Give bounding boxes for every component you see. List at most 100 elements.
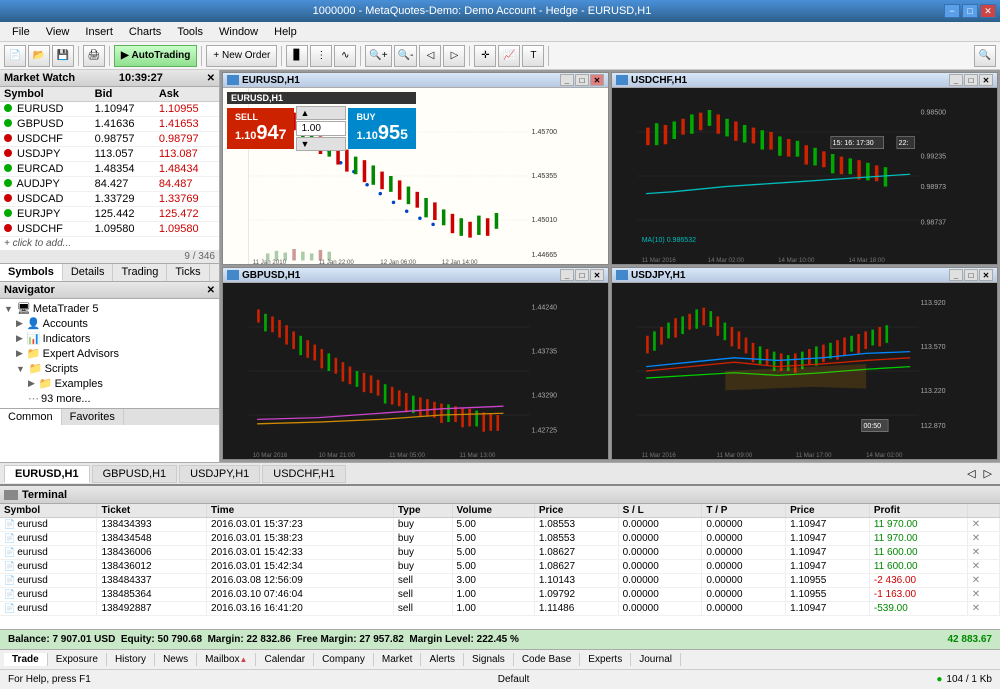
nav-indicators[interactable]: ▶ 📊 Indicators — [14, 331, 217, 346]
term-tab-news[interactable]: News — [155, 653, 197, 666]
gbpusd-chart-body[interactable]: 1.44240 1.43735 1.43290 1.42725 10 Mar 2… — [223, 283, 608, 459]
term-tab-mailbox[interactable]: Mailbox▲ — [197, 653, 256, 666]
mw-tab-details[interactable]: Details — [63, 264, 114, 281]
term-tab-alerts[interactable]: Alerts — [421, 653, 464, 666]
term-tab-trade[interactable]: Trade — [4, 653, 48, 666]
tb-zoom-in[interactable]: 🔍+ — [365, 45, 391, 67]
market-watch-row[interactable]: EURUSD 1.10947 1.10955 — [0, 102, 219, 117]
order-close[interactable]: ✕ — [967, 546, 999, 560]
tb-print[interactable]: 🖨 — [83, 45, 105, 67]
lot-down[interactable]: ▼ — [296, 137, 346, 151]
lot-up[interactable]: ▲ — [296, 106, 346, 120]
order-close[interactable]: ✕ — [967, 574, 999, 588]
tb-save[interactable]: 💾 — [52, 45, 74, 67]
chart-tab-usdchf[interactable]: USDCHF,H1 — [262, 465, 346, 483]
gbpusd-max[interactable]: □ — [575, 269, 589, 281]
usdjpy-max[interactable]: □ — [964, 269, 978, 281]
usdchf-max[interactable]: □ — [964, 74, 978, 86]
order-close[interactable]: ✕ — [967, 588, 999, 602]
mw-tab-symbols[interactable]: Symbols — [0, 264, 63, 281]
tb-chart-candle[interactable]: ⋮ — [310, 45, 332, 67]
tb-templates[interactable]: T — [522, 45, 544, 67]
eurusd-chart-body[interactable]: EURUSD,H1 SELL 1.10 94 7 ▲ — [223, 88, 608, 264]
market-watch-close[interactable]: ✕ — [207, 73, 215, 84]
chart-tab-gbpusd[interactable]: GBPUSD,H1 — [92, 465, 178, 483]
menu-file[interactable]: File — [4, 24, 38, 40]
order-close[interactable]: ✕ — [967, 560, 999, 574]
tb-zoom-out[interactable]: 🔍- — [394, 45, 418, 67]
buy-button[interactable]: BUY 1.10 95 5 — [348, 108, 415, 149]
market-watch-row[interactable]: USDCHF 0.98757 0.98797 — [0, 132, 219, 147]
nav-accounts[interactable]: ▶ 👤 Accounts — [14, 316, 217, 331]
nav-tab-common[interactable]: Common — [0, 409, 62, 425]
order-row[interactable]: 📄eurusd 138484337 2016.03.08 12:56:09 se… — [0, 574, 1000, 588]
tb-chart-bar[interactable]: ▊ — [286, 45, 308, 67]
nav-metatrader5[interactable]: ▼ 🖥 MetaTrader 5 — [2, 301, 217, 316]
navigator-close[interactable]: ✕ — [207, 285, 215, 296]
neworder-button[interactable]: + New Order — [206, 45, 277, 67]
term-tab-market[interactable]: Market — [374, 653, 422, 666]
market-watch-row[interactable]: USDJPY 113.057 113.087 — [0, 147, 219, 162]
usdjpy-close[interactable]: ✕ — [979, 269, 993, 281]
order-close[interactable]: ✕ — [967, 602, 999, 616]
menu-charts[interactable]: Charts — [121, 24, 169, 40]
usdchf-min[interactable]: _ — [949, 74, 963, 86]
eurusd-min[interactable]: _ — [560, 74, 574, 86]
menu-tools[interactable]: Tools — [169, 24, 211, 40]
menu-insert[interactable]: Insert — [77, 24, 121, 40]
market-watch-row[interactable]: AUDJPY 84.427 84.487 — [0, 177, 219, 192]
nav-more[interactable]: ⋯ 93 more... — [26, 391, 217, 406]
chart-tab-usdjpy[interactable]: USDJPY,H1 — [179, 465, 260, 483]
eurusd-close[interactable]: ✕ — [590, 74, 604, 86]
nav-expert-advisors[interactable]: ▶ 📁 Expert Advisors — [14, 346, 217, 361]
term-tab-calendar[interactable]: Calendar — [256, 653, 314, 666]
add-symbol[interactable]: + click to add... — [0, 237, 219, 250]
sell-button[interactable]: SELL 1.10 94 7 — [227, 108, 294, 149]
nav-scripts[interactable]: ▼ 📁 Scripts — [14, 361, 217, 376]
order-row[interactable]: 📄eurusd 138492887 2016.03.16 16:41:20 se… — [0, 602, 1000, 616]
market-watch-row[interactable]: EURJPY 125.442 125.472 — [0, 207, 219, 222]
gbpusd-close[interactable]: ✕ — [590, 269, 604, 281]
tb-crosshair[interactable]: ✛ — [474, 45, 496, 67]
market-watch-row[interactable]: USDCHF 1.09580 1.09580 — [0, 222, 219, 237]
term-tab-experts[interactable]: Experts — [580, 653, 631, 666]
market-watch-row[interactable]: GBPUSD 1.41636 1.41653 — [0, 117, 219, 132]
autotrade-button[interactable]: ▶ AutoTrading — [114, 45, 197, 67]
menu-window[interactable]: Window — [211, 24, 266, 40]
eurusd-max[interactable]: □ — [575, 74, 589, 86]
usdjpy-chart-body[interactable]: 00:50 113.920 113.570 113.220 112.870 11… — [612, 283, 997, 459]
term-tab-exposure[interactable]: Exposure — [48, 653, 107, 666]
term-tab-company[interactable]: Company — [314, 653, 374, 666]
tb-scroll-left[interactable]: ◁ — [419, 45, 441, 67]
nav-tab-favorites[interactable]: Favorites — [62, 409, 124, 425]
mw-tab-trading[interactable]: Trading — [113, 264, 167, 281]
tb-chart-line[interactable]: ∿ — [334, 45, 356, 67]
term-tab-signals[interactable]: Signals — [464, 653, 514, 666]
order-row[interactable]: 📄eurusd 138434393 2016.03.01 15:37:23 bu… — [0, 518, 1000, 532]
tb-search[interactable]: 🔍 — [974, 45, 996, 67]
term-tab-journal[interactable]: Journal — [631, 653, 681, 666]
usdchf-close[interactable]: ✕ — [979, 74, 993, 86]
market-watch-row[interactable]: EURCAD 1.48354 1.48434 — [0, 162, 219, 177]
market-watch-row[interactable]: USDCAD 1.33729 1.33769 — [0, 192, 219, 207]
chart-tab-eurusd[interactable]: EURUSD,H1 — [4, 465, 90, 483]
tb-open[interactable]: 📂 — [28, 45, 50, 67]
term-tab-history[interactable]: History — [107, 653, 155, 666]
menu-view[interactable]: View — [38, 24, 78, 40]
tb-new-chart[interactable]: 📄 — [4, 45, 26, 67]
minimize-button[interactable]: − — [944, 4, 960, 18]
gbpusd-min[interactable]: _ — [560, 269, 574, 281]
tb-scroll-right[interactable]: ▷ — [443, 45, 465, 67]
close-button[interactable]: ✕ — [980, 4, 996, 18]
chart-nav-left[interactable]: ◁ — [963, 467, 979, 480]
lot-input[interactable] — [296, 121, 346, 136]
menu-help[interactable]: Help — [266, 24, 305, 40]
tb-period[interactable]: 📈 — [498, 45, 520, 67]
nav-examples[interactable]: ▶ 📁 Examples — [26, 376, 217, 391]
term-tab-codebase[interactable]: Code Base — [514, 653, 580, 666]
maximize-button[interactable]: □ — [962, 4, 978, 18]
usdchf-chart-body[interactable]: MA(10) 0.986532 15: 16: 17:30 22: 0.9850… — [612, 88, 997, 264]
order-row[interactable]: 📄eurusd 138436012 2016.03.01 15:42:34 bu… — [0, 560, 1000, 574]
order-row[interactable]: 📄eurusd 138436006 2016.03.01 15:42:33 bu… — [0, 546, 1000, 560]
order-row[interactable]: 📄eurusd 138485364 2016.03.10 07:46:04 se… — [0, 588, 1000, 602]
